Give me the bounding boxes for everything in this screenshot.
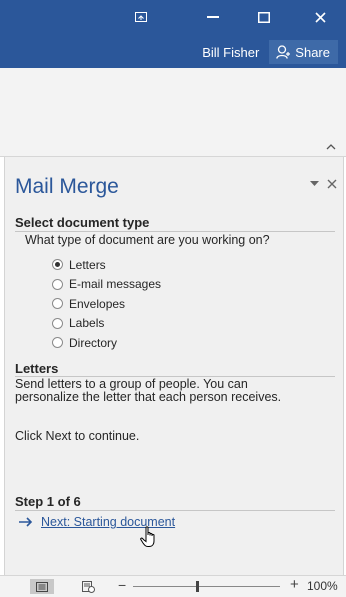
option-labels[interactable]: Labels (52, 314, 161, 334)
option-directory[interactable]: Directory (52, 333, 161, 353)
letters-description: Send letters to a group of people. You c… (15, 377, 282, 404)
section-divider (15, 231, 335, 232)
zoom-slider-track[interactable] (133, 586, 280, 587)
web-layout-icon (81, 580, 95, 593)
radio-letters[interactable] (52, 259, 63, 271)
option-label: Envelopes (69, 296, 126, 311)
zoom-in-button[interactable]: + (290, 576, 299, 593)
collapse-ribbon-button[interactable] (324, 142, 338, 152)
share-person-icon (276, 45, 291, 59)
share-button[interactable]: Share (269, 40, 338, 64)
step-label: Step 1 of 6 (15, 494, 81, 509)
share-label: Share (295, 44, 330, 60)
maximize-icon (258, 11, 270, 23)
option-label: Directory (69, 335, 118, 350)
arrow-right-icon (19, 517, 33, 527)
account-bar: Bill Fisher Share (202, 40, 338, 64)
radio-directory[interactable] (52, 337, 63, 349)
option-label: Labels (69, 316, 105, 331)
option-envelopes[interactable]: Envelopes (52, 294, 161, 314)
select-document-type-heading: Select document type (15, 215, 150, 230)
pane-title: Mail Merge (15, 175, 119, 198)
document-type-options: Letters E-mail messages Envelopes Labels… (52, 255, 161, 353)
close-icon (314, 11, 326, 23)
web-layout-button[interactable] (76, 579, 100, 594)
maximize-button[interactable] (241, 0, 287, 34)
minimize-button[interactable] (190, 0, 236, 34)
ribbon-display-options-button[interactable] (118, 0, 164, 34)
zoom-level[interactable]: 100% (307, 579, 338, 593)
option-email-messages[interactable]: E-mail messages (52, 275, 161, 295)
radio-email-messages[interactable] (52, 278, 63, 290)
title-bar: Bill Fisher Share (0, 0, 346, 68)
mail-merge-pane: Mail Merge Select document type What typ… (4, 157, 344, 575)
close-button[interactable] (297, 0, 343, 34)
pane-controls (310, 179, 337, 189)
zoom-slider-thumb[interactable] (196, 581, 199, 592)
user-name[interactable]: Bill Fisher (202, 45, 259, 60)
document-type-question: What type of document are you working on… (25, 233, 270, 247)
pane-close-icon[interactable] (327, 179, 337, 189)
ribbon-area (0, 68, 346, 157)
radio-envelopes[interactable] (52, 298, 63, 310)
option-label: E-mail messages (69, 277, 162, 292)
hand-pointer-icon (140, 526, 155, 547)
ribbon-display-options-icon (135, 12, 147, 22)
dropdown-triangle-icon[interactable] (310, 181, 319, 187)
print-layout-icon (36, 581, 48, 592)
print-layout-button[interactable] (30, 579, 54, 594)
letters-heading: Letters (15, 361, 59, 376)
section-divider (15, 510, 335, 511)
chevron-up-icon (326, 144, 336, 150)
radio-labels[interactable] (52, 317, 63, 329)
continue-instruction: Click Next to continue. (15, 429, 140, 443)
option-letters[interactable]: Letters (52, 255, 161, 275)
zoom-out-button[interactable]: − (118, 577, 126, 593)
minimize-icon (207, 16, 219, 18)
status-bar: − + 100% (0, 575, 346, 597)
option-label: Letters (69, 257, 106, 272)
